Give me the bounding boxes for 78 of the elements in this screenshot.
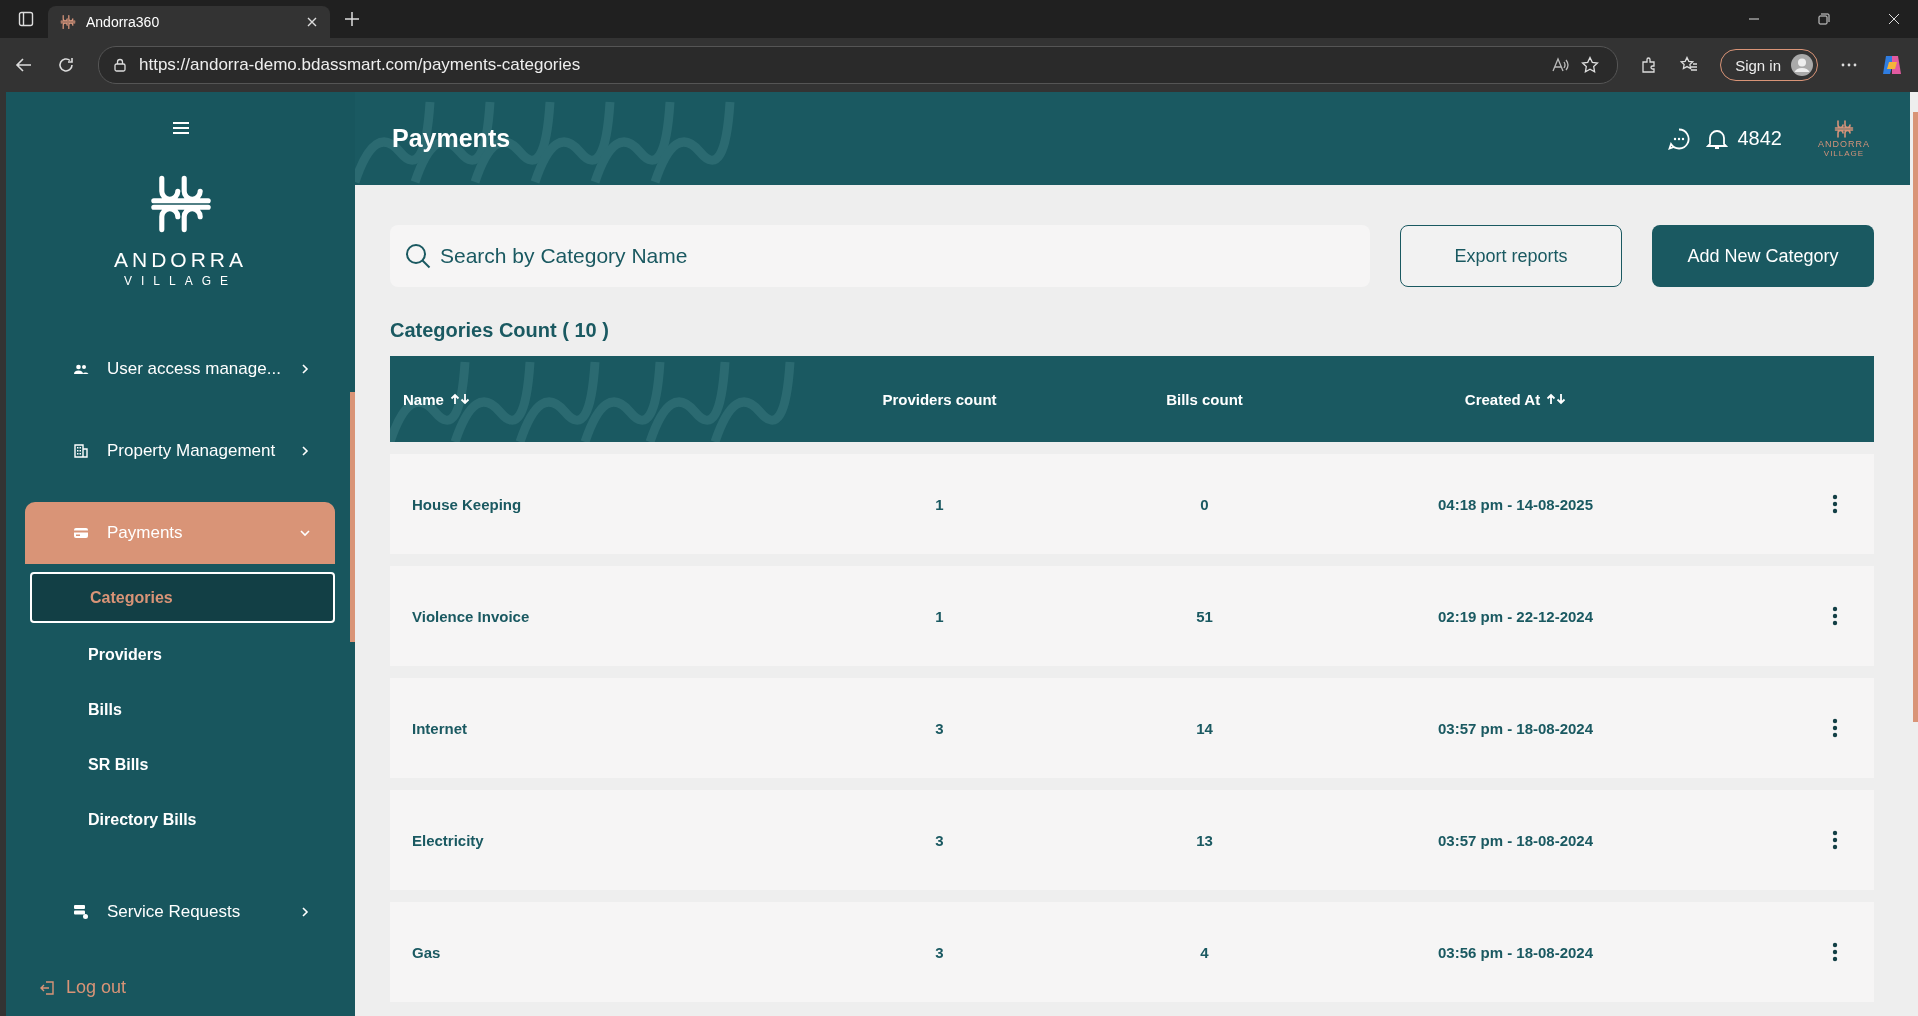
scrollbar-thumb[interactable] <box>1913 112 1918 722</box>
brand-subtitle: VILLAGE <box>124 274 237 288</box>
favicon-icon <box>60 14 76 30</box>
table-cell: 04:18 pm - 14-08-2025 <box>1437 495 1594 513</box>
table-cell: Electricity <box>412 831 484 849</box>
chevron-icon <box>299 906 311 918</box>
search-icon <box>404 242 432 270</box>
column-header[interactable]: Created At <box>1464 390 1541 408</box>
refresh-icon[interactable] <box>56 55 76 75</box>
brand-subtitle: VILLAGE <box>1823 149 1865 158</box>
sort-icon[interactable] <box>449 393 470 405</box>
table-cell: Violence Invoice <box>412 607 530 625</box>
table-cell: 0 <box>1200 495 1209 513</box>
nav-item[interactable]: Service Requests <box>25 881 335 943</box>
table-cell: 3 <box>935 831 944 849</box>
nav-item[interactable]: Property Management <box>25 420 335 482</box>
table-cell: 3 <box>935 943 944 961</box>
building-icon <box>73 443 89 459</box>
submenu-item[interactable]: Directory Bills <box>30 796 335 843</box>
more-icon[interactable] <box>1832 494 1838 514</box>
favorites-icon[interactable] <box>1680 56 1699 74</box>
chevron-icon <box>299 527 311 539</box>
restore-icon[interactable] <box>1818 13 1830 25</box>
page-title: Payments <box>392 124 511 153</box>
tab-actions-icon[interactable] <box>18 11 34 27</box>
new-tab-icon[interactable] <box>344 11 360 27</box>
brand-name: ANDORRA <box>114 248 247 272</box>
table-cell: Internet <box>412 719 467 737</box>
column-header[interactable]: Name <box>403 390 444 408</box>
table-cell: Gas <box>412 943 441 961</box>
chat-icon[interactable] <box>1667 126 1692 151</box>
more-icon[interactable] <box>1832 718 1838 738</box>
chevron-icon <box>299 445 311 457</box>
avatar-icon <box>1791 54 1813 76</box>
table-cell: 4 <box>1200 943 1209 961</box>
section-title: Categories Count ( 10 ) <box>390 319 610 342</box>
submenu-item[interactable]: Categories <box>30 572 335 623</box>
scrollbar-thumb[interactable] <box>350 392 355 642</box>
star-icon[interactable] <box>1581 56 1600 74</box>
address-bar[interactable]: https://andorra-demo.bdassmart.com/payments-categories <box>98 46 1619 84</box>
logo-icon <box>1834 119 1854 139</box>
table-cell: 03:57 pm - 18-08-2024 <box>1437 831 1594 849</box>
column-header: Bills count <box>1166 390 1243 408</box>
export-button[interactable]: Export reports <box>1400 225 1622 287</box>
table-cell: House Keeping <box>412 495 522 513</box>
more-icon[interactable] <box>1832 942 1838 962</box>
table-cell: 1 <box>935 607 944 625</box>
search-field[interactable]: Search by Category Name <box>390 225 1370 287</box>
submenu-item[interactable]: Bills <box>30 686 335 733</box>
notification-count: 4842 <box>1737 127 1782 150</box>
close-icon[interactable] <box>1888 13 1900 25</box>
read-aloud-icon[interactable] <box>1551 56 1570 74</box>
more-icon[interactable] <box>1832 830 1838 850</box>
lock-icon <box>113 58 127 72</box>
close-icon[interactable] <box>306 16 318 28</box>
sort-icon[interactable] <box>1546 393 1567 405</box>
submenu-item[interactable]: Providers <box>30 631 335 678</box>
brand-name: ANDORRA <box>1818 139 1870 149</box>
table-cell: 13 <box>1196 831 1213 849</box>
menu-icon[interactable] <box>170 120 191 136</box>
table-cell: 03:56 pm - 18-08-2024 <box>1437 943 1594 961</box>
table-cell: 14 <box>1196 719 1213 737</box>
copilot-icon[interactable] <box>1880 53 1904 77</box>
table-cell: 1 <box>935 495 944 513</box>
form-icon <box>73 904 89 920</box>
table-cell: 02:19 pm - 22-12-2024 <box>1437 607 1594 625</box>
table-cell: 3 <box>935 719 944 737</box>
logout-icon <box>40 979 56 996</box>
card-icon <box>73 525 89 541</box>
table-cell: 51 <box>1196 607 1213 625</box>
add-button[interactable]: Add New Category <box>1652 225 1874 287</box>
nav-item[interactable]: User access manage... <box>25 338 335 400</box>
chevron-icon <box>299 363 311 375</box>
more-icon[interactable] <box>1832 606 1838 626</box>
browser-tab[interactable]: Andorra360 <box>48 6 330 38</box>
submenu-item[interactable]: SR Bills <box>30 741 335 788</box>
table-cell: 03:57 pm - 18-08-2024 <box>1437 719 1594 737</box>
column-header: Providers count <box>882 390 997 408</box>
